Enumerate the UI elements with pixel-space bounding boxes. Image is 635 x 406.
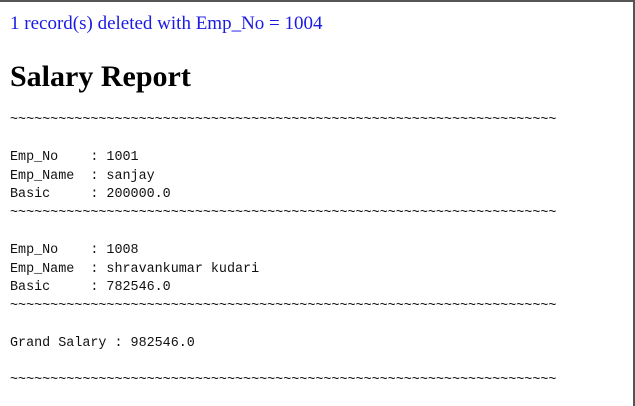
- delete-status-message: 1 record(s) deleted with Emp_No = 1004: [10, 13, 323, 34]
- window-top-border: [0, 0, 635, 2]
- emp-name-line: Emp_Name : shravankumar kudari: [10, 261, 260, 277]
- emp-name-line: Emp_Name : sanjay: [10, 168, 155, 184]
- page-content: 1 record(s) deleted with Emp_No = 1004 S…: [10, 12, 556, 391]
- grand-salary-line: Grand Salary : 982546.0: [10, 336, 195, 352]
- page-title: Salary Report: [10, 60, 191, 93]
- separator-line: ~~~~~~~~~~~~~~~~~~~~~~~~~~~~~~~~~~~~~~~~…: [10, 298, 556, 314]
- basic-line: Basic : 200000.0: [10, 187, 171, 203]
- emp-no-line: Emp_No : 1001: [10, 150, 139, 166]
- separator-line: ~~~~~~~~~~~~~~~~~~~~~~~~~~~~~~~~~~~~~~~~…: [10, 373, 556, 389]
- separator-line: ~~~~~~~~~~~~~~~~~~~~~~~~~~~~~~~~~~~~~~~~…: [10, 113, 556, 128]
- emp-no-line: Emp_No : 1008: [10, 243, 139, 259]
- separator-line: ~~~~~~~~~~~~~~~~~~~~~~~~~~~~~~~~~~~~~~~~…: [10, 205, 556, 221]
- employee-record: Emp_No : 1008 Emp_Name : shravankumar ku…: [10, 242, 556, 298]
- basic-line: Basic : 782546.0: [10, 280, 171, 296]
- employee-record: Emp_No : 1001 Emp_Name : sanjay Basic : …: [10, 149, 556, 205]
